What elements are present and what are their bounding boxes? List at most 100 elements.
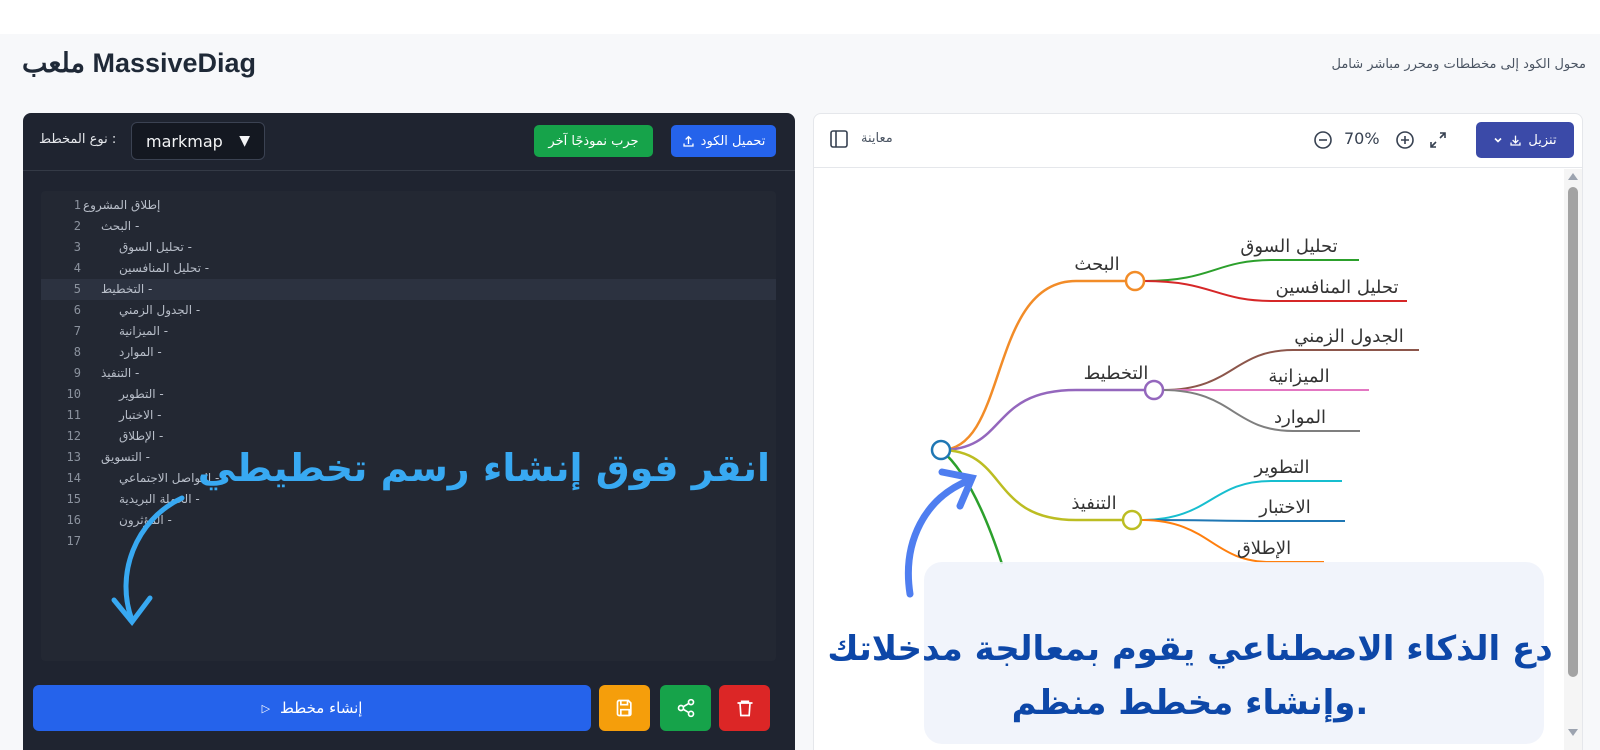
fullscreen-icon[interactable] [1428, 130, 1448, 150]
line-number: 11 [66, 408, 81, 422]
zoom-level: 70% [1344, 129, 1380, 148]
line-number: 3 [73, 240, 81, 254]
code-text: إطلاق المشروع [83, 198, 161, 212]
preview-toolbar: معاينة 70% تنزيل [814, 114, 1582, 168]
line-number: 9 [73, 366, 81, 380]
code-line[interactable]: 6 - الجدول الزمني [41, 300, 776, 321]
delete-button[interactable] [719, 685, 770, 731]
line-number: 1 [73, 198, 81, 212]
line-number: 6 [73, 303, 81, 317]
generate-diagram-button[interactable]: إنشاء مخطط ▷ [33, 685, 591, 731]
code-line[interactable]: 8 - الموارد [41, 342, 776, 363]
diagram-type-value: markmap [146, 131, 223, 151]
preview-hint-text: دع الذكاء الاصطناعي يقوم بمعالجة مدخلاتك… [800, 622, 1580, 730]
code-line[interactable]: 4 - تحليل المنافسين [41, 258, 776, 279]
code-line[interactable]: 11 - الاختبار [41, 405, 776, 426]
diagram-type-select[interactable]: markmap ▼ [131, 122, 265, 160]
editor-panel: : نوع المخطط markmap ▼ جرب نموذجًا آخر ت… [23, 113, 795, 750]
branch-label: التنفيذ [1071, 493, 1116, 514]
leaf-label: الاختبار [1258, 497, 1310, 518]
preview-label: معاينة [861, 131, 893, 146]
leaf-label: الموارد [1274, 407, 1326, 428]
root-node[interactable] [930, 439, 952, 461]
scroll-thumb[interactable] [1568, 187, 1578, 677]
code-text: - الجدول الزمني [119, 303, 201, 317]
code-text: - الإطلاق [119, 429, 164, 443]
top-strip [0, 0, 1600, 34]
try-sample-label: جرب نموذجًا آخر [548, 133, 639, 149]
code-line[interactable]: 1 إطلاق المشروع [41, 195, 776, 216]
code-text: - الاختبار [119, 408, 162, 422]
zoom-out-icon[interactable] [1313, 130, 1333, 150]
editor-hint-arrow [111, 495, 185, 627]
leaf-label: تحليل السوق [1240, 236, 1337, 257]
code-text: - الميزانية [119, 324, 169, 338]
code-text: - التسويق [101, 450, 151, 464]
leaf-line [1140, 480, 1342, 521]
leaf-line [1140, 519, 1345, 522]
preview-hint-line2: .وإنشاء مخطط منظم [1011, 683, 1369, 723]
generate-label: إنشاء مخطط [280, 699, 363, 717]
code-text: - تحليل المنافسين [119, 261, 210, 275]
code-line[interactable]: 7 - الميزانية [41, 321, 776, 342]
panel-toggle-icon[interactable] [829, 129, 849, 149]
branch-node[interactable] [1124, 270, 1146, 292]
code-line[interactable]: 9 - التنفيذ [41, 363, 776, 384]
line-number: 12 [66, 429, 81, 443]
share-button[interactable] [660, 685, 711, 731]
download-label: تنزيل [1528, 132, 1557, 148]
line-number: 7 [73, 324, 81, 338]
branch-node[interactable] [1143, 379, 1165, 401]
code-line[interactable]: 10 - التطوير [41, 384, 776, 405]
line-number: 5 [73, 282, 81, 296]
leaf-label: تحليل المنافسين [1276, 277, 1399, 298]
trash-icon [737, 700, 752, 717]
dropdown-triangle-icon: ▼ [239, 133, 250, 149]
branch-label: التخطيط [1084, 363, 1149, 384]
scroll-up-icon[interactable] [1568, 173, 1578, 180]
try-sample-button[interactable]: جرب نموذجًا آخر [534, 125, 653, 157]
app-subtitle: محول الكود إلى مخططات ومحرر مباشر شامل [1331, 57, 1586, 72]
upload-icon [683, 135, 694, 147]
code-text: - التنفيذ [101, 366, 140, 380]
line-number: 10 [66, 387, 81, 401]
line-number: 14 [66, 471, 81, 485]
line-number: 2 [73, 219, 81, 233]
zoom-in-icon[interactable] [1395, 130, 1415, 150]
branch-node[interactable] [1121, 509, 1143, 531]
leaf-label: الميزانية [1268, 366, 1329, 387]
code-line[interactable]: 5 - التخطيط [41, 279, 776, 300]
preview-hint-arrow [904, 468, 977, 598]
code-line[interactable]: 12 - الإطلاق [41, 426, 776, 447]
code-text: - الموارد [119, 345, 162, 359]
chevron-down-icon [1494, 137, 1502, 143]
load-code-button[interactable]: تحميل الكود [671, 125, 776, 157]
download-icon [1510, 135, 1522, 146]
leaf-label: الجدول الزمني [1294, 326, 1404, 347]
save-icon [616, 699, 632, 717]
app-title: MassiveDiag ملعب [22, 48, 257, 78]
scroll-down-icon[interactable] [1568, 729, 1578, 736]
line-number: 17 [66, 534, 81, 548]
branch-label: البحث [1074, 254, 1119, 275]
code-text: - البحث [101, 219, 140, 233]
leaf-label: التطوير [1254, 457, 1310, 478]
editor-hint-text: انقر فوق إنشاء رسم تخطيطي [197, 446, 770, 490]
line-number: 13 [66, 450, 81, 464]
code-line[interactable]: 2 - البحث [41, 216, 776, 237]
share-icon [677, 698, 694, 718]
download-button[interactable]: تنزيل [1476, 122, 1574, 158]
leaf-line [1140, 519, 1324, 563]
code-text: - التخطيط [101, 282, 153, 296]
diagram-type-label: : نوع المخطط [39, 132, 117, 147]
editor-toolbar: : نوع المخطط markmap ▼ جرب نموذجًا آخر ت… [23, 113, 795, 171]
code-line[interactable]: 3 - تحليل السوق [41, 237, 776, 258]
line-number: 16 [66, 513, 81, 527]
code-text: - تحليل السوق [119, 240, 192, 254]
load-code-label: تحميل الكود [700, 133, 766, 149]
leaf-label: الإطلاق [1237, 538, 1291, 559]
play-icon: ▷ [261, 701, 271, 715]
line-number: 8 [73, 345, 81, 359]
save-button[interactable] [599, 685, 650, 731]
leaf-line [1162, 389, 1360, 432]
